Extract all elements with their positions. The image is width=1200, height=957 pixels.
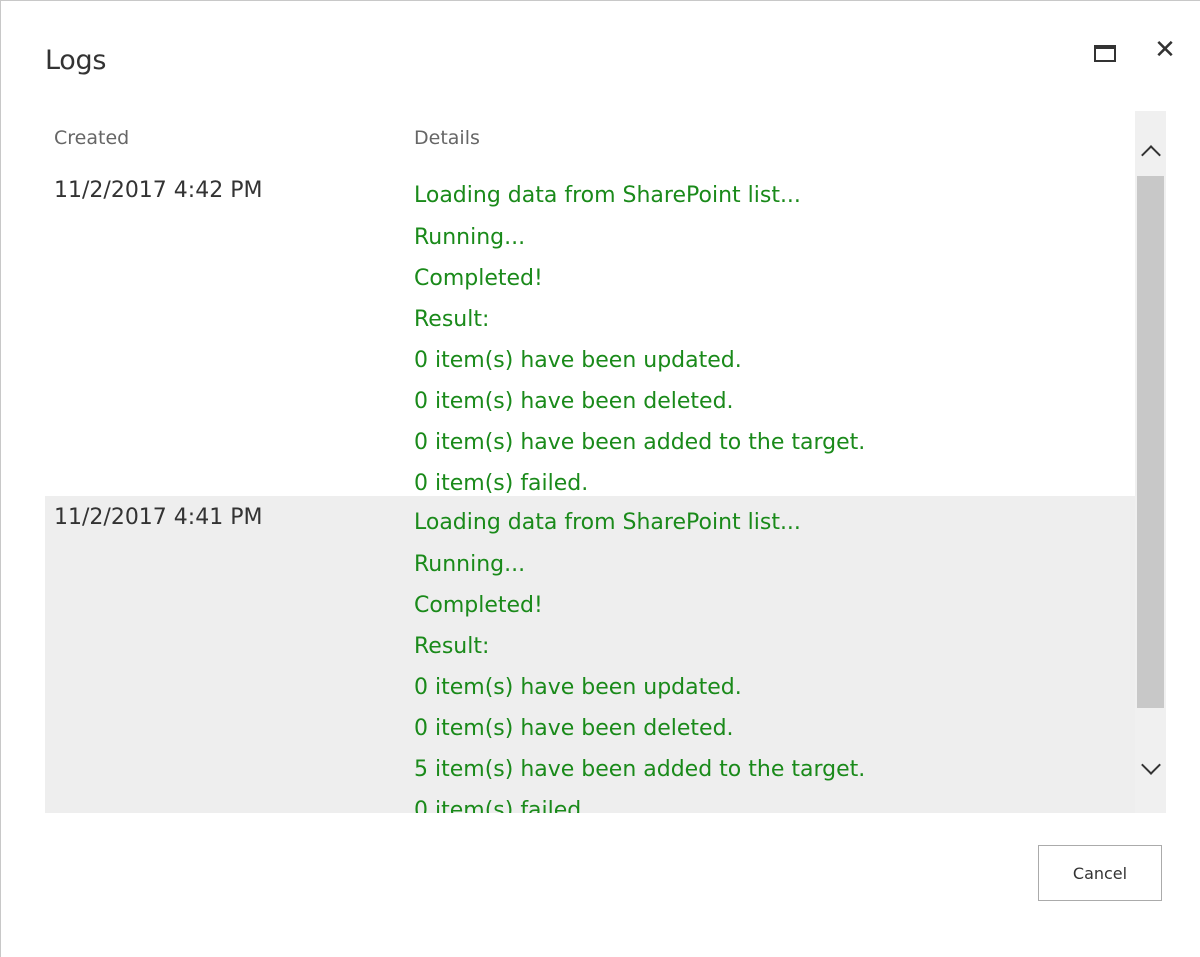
detail-line: Loading data from SharePoint list... <box>414 183 801 208</box>
detail-line: 0 item(s) failed. <box>414 798 589 813</box>
close-icon: ✕ <box>1154 35 1176 65</box>
detail-line: 5 item(s) have been added to the target. <box>414 757 866 782</box>
scroll-up-button[interactable] <box>1135 123 1166 179</box>
table-header: Created Details <box>45 111 1135 167</box>
vertical-scrollbar[interactable] <box>1135 111 1166 813</box>
logs-dialog: Logs ✕ Created Details 11/2/2017 4:42 PM… <box>0 0 1200 957</box>
cancel-button[interactable]: Cancel <box>1038 845 1162 901</box>
row-details: Loading data from SharePoint list... Run… <box>414 177 865 504</box>
maximize-icon <box>1094 44 1116 62</box>
detail-line: Result: <box>414 634 490 659</box>
detail-line: Loading data from SharePoint list... <box>414 510 801 535</box>
detail-line: Running... <box>414 552 526 577</box>
detail-line: 0 item(s) have been deleted. <box>414 716 734 741</box>
row-created: 11/2/2017 4:42 PM <box>54 178 263 203</box>
table-row[interactable]: 11/2/2017 4:41 PM Loading data from Shar… <box>45 496 1135 813</box>
chevron-down-icon <box>1140 755 1161 775</box>
detail-line: 0 item(s) have been updated. <box>414 675 742 700</box>
chevron-up-icon <box>1140 145 1161 165</box>
column-header-details[interactable]: Details <box>414 127 480 149</box>
detail-line: 0 item(s) have been deleted. <box>414 389 734 414</box>
maximize-button[interactable] <box>1091 39 1119 67</box>
close-button[interactable]: ✕ <box>1151 35 1179 65</box>
detail-line: Running... <box>414 225 526 250</box>
column-header-created[interactable]: Created <box>54 127 129 149</box>
table-row[interactable]: 11/2/2017 4:42 PM Loading data from Shar… <box>45 169 1135 496</box>
scroll-down-button[interactable] <box>1135 741 1166 797</box>
row-created: 11/2/2017 4:41 PM <box>54 505 263 530</box>
scrollbar-thumb[interactable] <box>1137 176 1164 708</box>
row-details: Loading data from SharePoint list... Run… <box>414 504 865 813</box>
detail-line: Result: <box>414 307 490 332</box>
logs-table: Created Details 11/2/2017 4:42 PM Loadin… <box>45 111 1166 813</box>
detail-line: 0 item(s) have been updated. <box>414 348 742 373</box>
detail-line: Completed! <box>414 593 543 618</box>
detail-line: Completed! <box>414 266 543 291</box>
detail-line: 0 item(s) have been added to the target. <box>414 430 866 455</box>
dialog-title: Logs <box>45 45 107 76</box>
